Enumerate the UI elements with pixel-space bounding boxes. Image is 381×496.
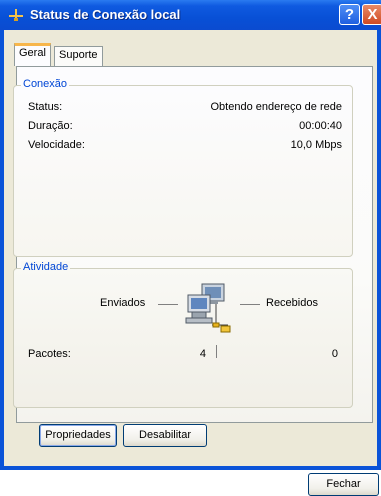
status-label: Status: xyxy=(28,101,63,113)
pacotes-enviados-value: 4 xyxy=(199,348,206,360)
tab-geral[interactable]: Geral xyxy=(14,43,51,66)
duracao-value: 00:00:40 xyxy=(299,120,342,132)
duracao-label: Duração: xyxy=(28,120,73,132)
propriedades-button[interactable]: Propriedades xyxy=(39,424,117,447)
network-connection-icon xyxy=(9,9,23,21)
enviados-line xyxy=(158,304,178,305)
pacotes-label: Pacotes: xyxy=(28,348,71,360)
dialog-client-area: Geral Suporte Conexão Status: Obtendo en… xyxy=(4,30,379,496)
window-title: Status de Conexão local xyxy=(30,7,181,22)
conexao-group: Conexão Status: Obtendo endereço de rede… xyxy=(13,78,353,257)
enviados-label: Enviados xyxy=(100,297,146,309)
tab-suporte[interactable]: Suporte xyxy=(54,46,103,66)
velocidade-label: Velocidade: xyxy=(28,139,85,151)
atividade-group: Atividade Enviados Recebidos Pacotes: 4 xyxy=(13,261,353,408)
recebidos-line xyxy=(240,304,260,305)
fechar-button[interactable]: Fechar xyxy=(308,473,379,496)
desabilitar-button[interactable]: Desabilitar xyxy=(123,424,207,447)
velocidade-value: 10,0 Mbps xyxy=(290,139,342,151)
recebidos-label: Recebidos xyxy=(266,297,318,309)
dialog-window: Status de Conexão local ? X Geral Suport… xyxy=(0,0,381,496)
pacotes-divider xyxy=(216,345,217,358)
network-activity-icon xyxy=(185,283,231,333)
conexao-group-title: Conexão xyxy=(21,78,70,90)
atividade-group-title: Atividade xyxy=(21,261,71,273)
close-button[interactable]: X xyxy=(362,4,381,25)
pacotes-recebidos-value: 0 xyxy=(331,348,338,360)
title-bar[interactable]: Status de Conexão local ? X xyxy=(0,0,381,30)
status-value: Obtendo endereço de rede xyxy=(210,101,343,113)
help-button[interactable]: ? xyxy=(339,4,360,25)
